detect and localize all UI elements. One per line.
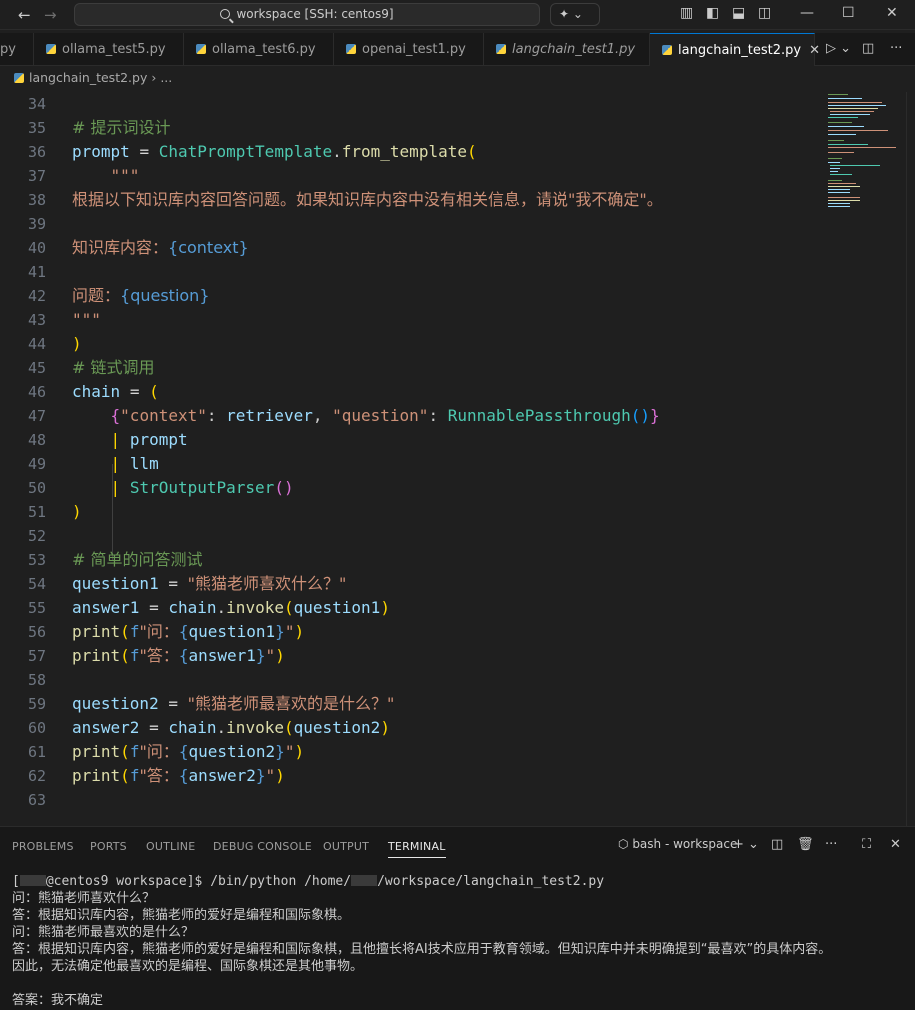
tab-terminal[interactable]: TERMINAL [388, 840, 446, 858]
chevron-right-icon: › [151, 70, 157, 85]
tab-problems[interactable]: PROBLEMS [12, 840, 74, 853]
code-line[interactable]: 43 """ [0, 308, 820, 332]
close-window-icon[interactable]: ✕ [886, 5, 898, 21]
code-line[interactable]: 42 问题：{question} [0, 284, 820, 308]
minimize-icon[interactable]: — [800, 5, 814, 21]
layout-panel-icon[interactable]: ▥ [680, 5, 693, 21]
minimap[interactable] [826, 92, 906, 232]
code-line[interactable]: 41 [0, 260, 820, 284]
code-line[interactable]: 63 [0, 788, 820, 812]
terminal-line: 问：熊猫老师最喜欢的是什么？ [12, 925, 195, 940]
more-actions-icon[interactable]: ··· [890, 41, 902, 56]
toggle-sidebar-icon[interactable]: ◧ [706, 5, 719, 21]
terminal-output[interactable]: [@centos9 workspace]$ /bin/python /home/… [12, 873, 831, 1009]
redacted-user [351, 875, 378, 886]
terminal-line: 答：根据知识库内容，熊猫老师的爱好是编程和国际象棋，且他擅长将AI技术应用于教育… [12, 942, 832, 957]
terminal-cube-icon: ⬡ [618, 837, 629, 851]
code-line[interactable]: 49 | llm [0, 452, 820, 476]
run-icon[interactable]: ▷ ⌄ [826, 41, 851, 56]
toggle-panel-icon[interactable]: ⬓ [732, 5, 745, 21]
breadcrumb: langchain_test2.py › ... [0, 67, 915, 89]
bottom-panel: PROBLEMS PORTS OUTLINE DEBUG CONSOLE OUT… [0, 826, 915, 1010]
terminal-line: 因此，无法确定他最喜欢的是编程、国际象棋还是其他事物。 [12, 959, 364, 974]
code-line[interactable]: 45 # 链式调用 [0, 356, 820, 380]
tab-openai-test1[interactable]: openai_test1.py [334, 33, 484, 66]
terminal-line: 问：熊猫老师喜欢什么？ [12, 891, 156, 906]
command-center-search[interactable]: workspace [SSH: centos9] [74, 3, 540, 26]
split-editor-icon[interactable]: ◫ [862, 41, 874, 56]
new-terminal-icon[interactable]: + ⌄ [733, 837, 759, 852]
python-file-icon [662, 45, 672, 55]
python-file-icon [346, 44, 356, 54]
maximize-icon[interactable]: ☐ [842, 5, 855, 21]
back-arrow-icon[interactable]: ← [18, 6, 31, 24]
toggle-secondary-sidebar-icon[interactable]: ◫ [758, 5, 771, 21]
redacted-user [19, 875, 46, 886]
tab-ports[interactable]: PORTS [90, 840, 127, 853]
code-line[interactable]: 57 print(f"答：{answer1}") [0, 644, 820, 668]
tab-output[interactable]: OUTPUT [323, 840, 369, 853]
code-line[interactable]: 39 [0, 212, 820, 236]
python-file-icon [196, 44, 206, 54]
code-line[interactable]: 36 prompt = ChatPromptTemplate.from_templ… [0, 140, 820, 164]
tab-ollama-test5[interactable]: ollama_test5.py [34, 33, 184, 66]
python-file-icon [14, 73, 24, 83]
editor-tabs: py ollama_test5.py ollama_test6.py opena… [0, 33, 915, 66]
code-line[interactable]: 44) [0, 332, 820, 356]
python-file-icon [46, 44, 56, 54]
tab-ollama-test6[interactable]: ollama_test6.py [184, 33, 334, 66]
code-line[interactable]: 40 知识库内容：{context} [0, 236, 820, 260]
code-line[interactable]: 48 | prompt [0, 428, 820, 452]
terminal-line: 答：根据知识库内容，熊猫老师的爱好是编程和国际象棋。 [12, 908, 351, 923]
code-line[interactable]: 47 {"context": retriever, "question": Ru… [0, 404, 820, 428]
code-line[interactable]: 38 根据以下知识库内容回答问题。如果知识库内容中没有相关信息，请说"我不确定"。 [0, 188, 820, 212]
code-line[interactable]: 52 [0, 524, 820, 548]
terminal-command-line: [@centos9 workspace]$ /bin/python /home/… [12, 874, 605, 889]
search-text: workspace [SSH: centos9] [236, 7, 394, 21]
tab-langchain-test1[interactable]: langchain_test1.py [484, 33, 650, 66]
tab-outline[interactable]: OUTLINE [146, 840, 195, 853]
code-line[interactable]: 37 """ [0, 164, 820, 188]
code-line[interactable]: 51) [0, 500, 820, 524]
code-line[interactable]: 61 print(f"问：{question2}") [0, 740, 820, 764]
code-line[interactable]: 56 print(f"问：{question1}") [0, 620, 820, 644]
vertical-scrollbar[interactable] [906, 92, 915, 826]
maximize-panel-icon[interactable]: ⛶ [862, 837, 871, 852]
breadcrumb-file[interactable]: langchain_test2.py [29, 70, 147, 85]
copilot-icon: ✦ [559, 7, 570, 21]
code-line[interactable]: 53 # 简单的问答测试 [0, 548, 820, 572]
terminal-selector[interactable]: ⬡ bash - workspace [618, 837, 737, 851]
close-panel-icon[interactable]: ✕ [890, 837, 901, 852]
tab-partial[interactable]: py [0, 33, 34, 66]
close-tab-icon[interactable]: ✕ [809, 43, 820, 58]
code-line[interactable]: 35 # 提示词设计 [0, 116, 820, 140]
code-line[interactable]: 46 chain = ( [0, 380, 820, 404]
code-line[interactable]: 58 [0, 668, 820, 692]
search-icon [220, 9, 231, 19]
copilot-button[interactable]: ✦ ⌄ [550, 3, 600, 26]
more-icon[interactable]: ··· [825, 837, 837, 852]
code-line[interactable]: 55 answer1 = chain.invoke(question1) [0, 596, 820, 620]
split-terminal-icon[interactable]: ◫ [771, 837, 783, 852]
terminal-line: 答案：我不确定 [12, 993, 104, 1008]
tab-debug-console[interactable]: DEBUG CONSOLE [213, 840, 312, 853]
chevron-down-icon: ⌄ [572, 7, 583, 21]
python-file-icon [496, 44, 506, 54]
breadcrumb-symbols[interactable]: ... [160, 70, 172, 85]
title-bar: ← → workspace [SSH: centos9] ✦ ⌄ ▥ ◧ ⬓ ◫… [0, 0, 915, 30]
code-line[interactable]: 59 question2 = "熊猫老师最喜欢的是什么？" [0, 692, 820, 716]
code-line[interactable]: 60 answer2 = chain.invoke(question2) [0, 716, 820, 740]
code-line[interactable]: 54 question1 = "熊猫老师喜欢什么？" [0, 572, 820, 596]
code-line[interactable]: 62 print(f"答：{answer2}") [0, 764, 820, 788]
forward-arrow-icon[interactable]: → [44, 6, 57, 24]
code-line[interactable]: 34 [0, 92, 820, 116]
tab-langchain-test2[interactable]: langchain_test2.py ✕ [650, 33, 820, 66]
trash-icon[interactable]: 🗑 [797, 837, 814, 852]
code-editor[interactable]: 34 35 # 提示词设计 36 prompt = ChatPromptTempla… [0, 92, 915, 826]
code-line[interactable]: 50 | StrOutputParser() [0, 476, 820, 500]
